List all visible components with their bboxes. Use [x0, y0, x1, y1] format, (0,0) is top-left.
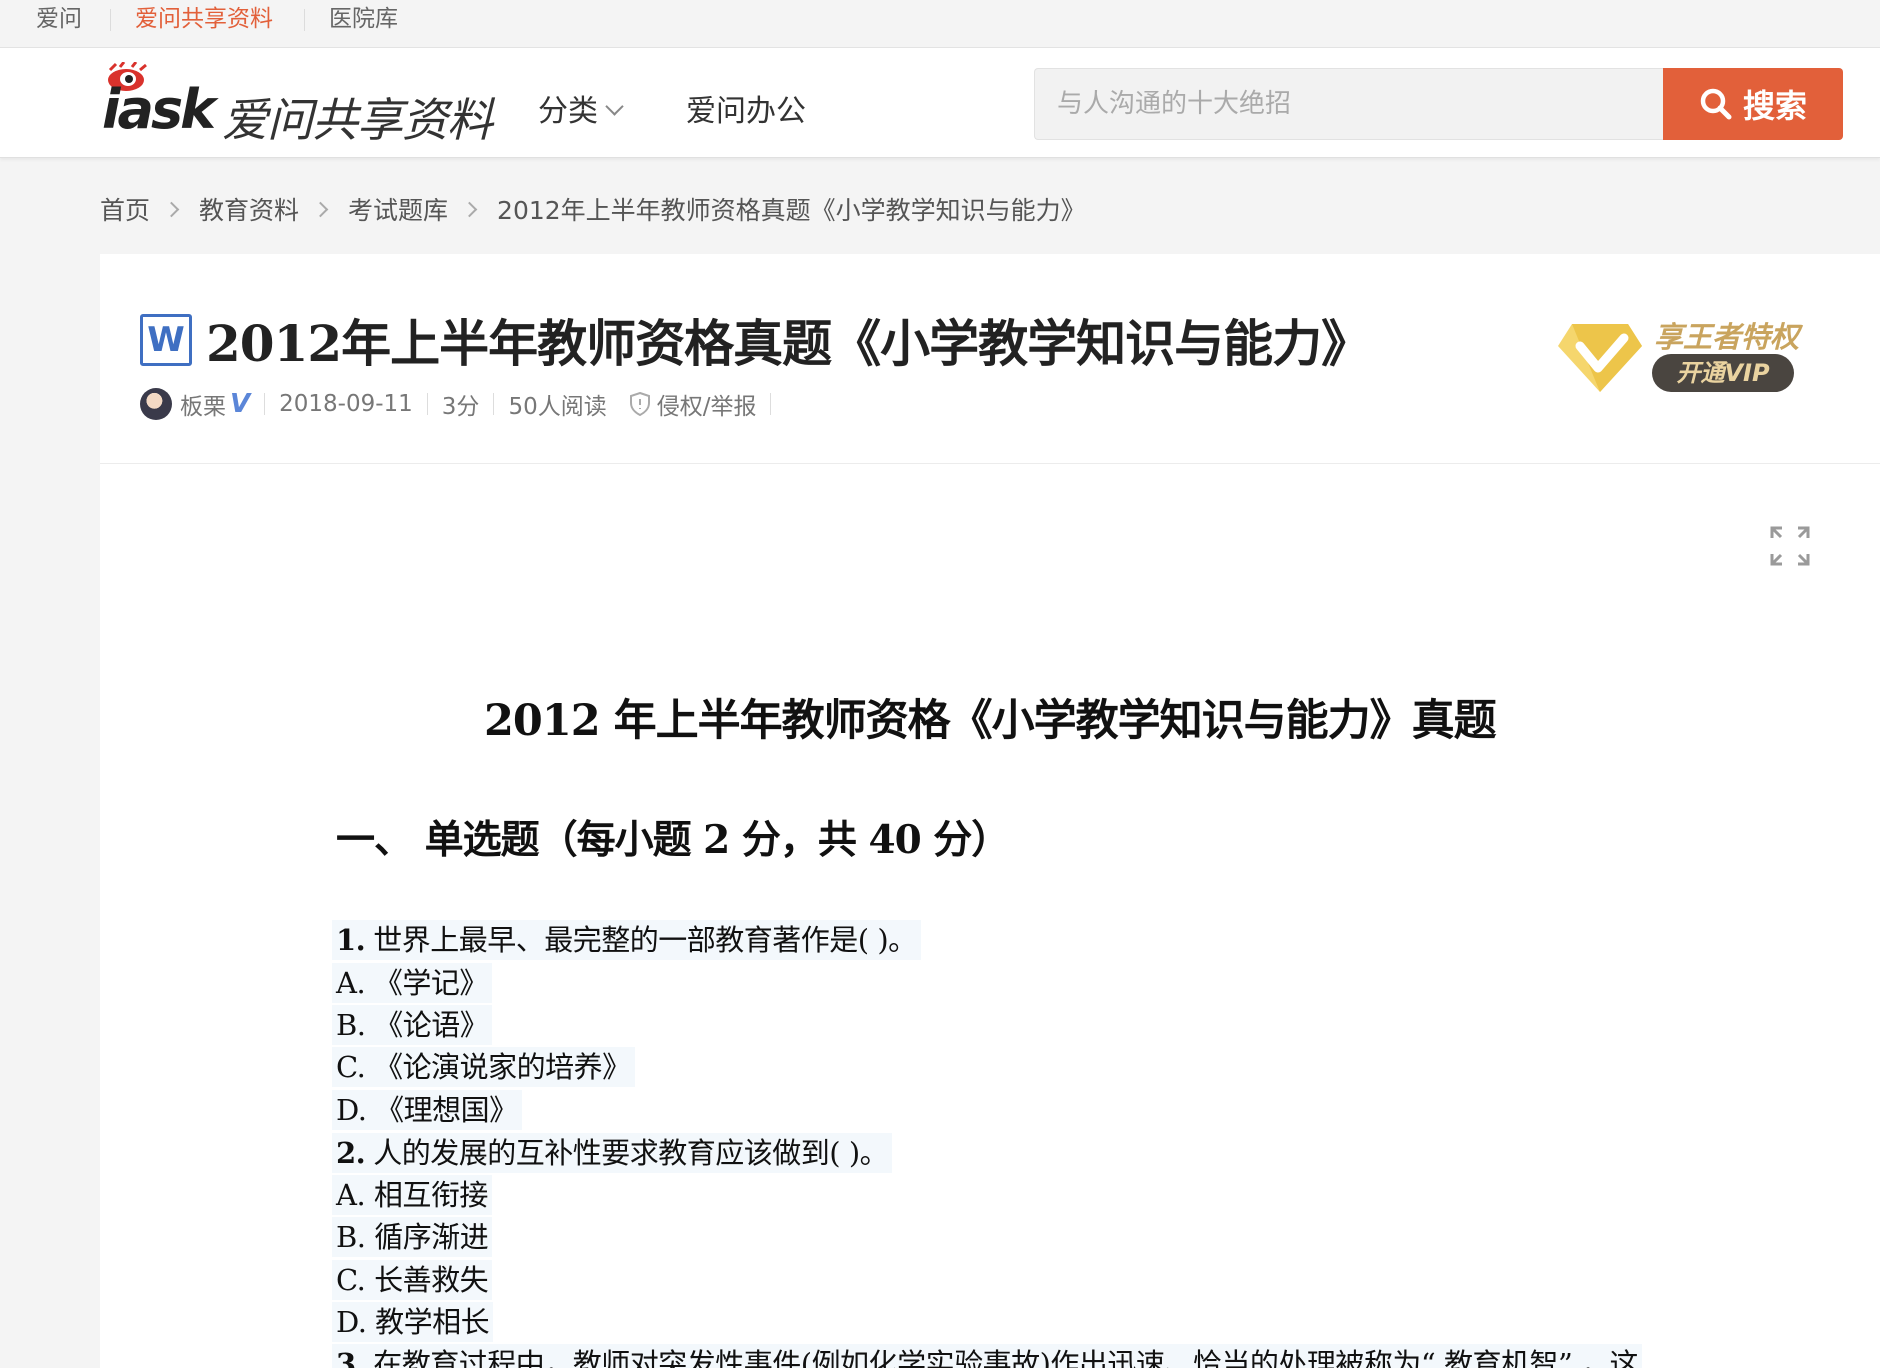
question-number: 2. [336, 1136, 366, 1170]
option-line: C. 《论演说家的培养》 [332, 1047, 635, 1087]
preview-heading: 2012 年上半年教师资格《小学教学知识与能力》真题 [484, 696, 1497, 746]
nav-office-link[interactable]: 爱问办公 [686, 86, 806, 130]
chevron-right-icon [163, 201, 180, 217]
breadcrumb-exam-bank[interactable]: 考试题库 [348, 191, 448, 227]
document-card: W 2012年上半年教师资格真题《小学教学知识与能力》 板栗 V 2018-09… [100, 254, 1880, 1368]
site-logo[interactable]: iask 爱问共享资料 [98, 58, 498, 148]
question-number: 3. [336, 1347, 366, 1368]
chevron-right-icon [312, 201, 329, 217]
option-line: A. 相互衔接 [332, 1175, 492, 1215]
chevron-down-icon [605, 97, 624, 116]
document-preview: 2012 年上半年教师资格《小学教学知识与能力》真题 一、 单选题（每小题 2 … [100, 254, 1880, 1368]
top-link-iask[interactable]: 爱问 [36, 0, 82, 48]
search-button[interactable]: 搜索 [1663, 68, 1843, 140]
question-line: 3. 在教育过程中，教师对突发性事件(例如化学实验事故)作出迅速、恰当的处理被称为… [332, 1344, 1642, 1368]
question-text: 在教育过程中，教师对突发性事件(例如化学实验事故)作出迅速、恰当的处理被称为“ … [373, 1347, 1638, 1368]
breadcrumb-home[interactable]: 首页 [100, 191, 150, 227]
question-line: 1. 世界上最早、最完整的一部教育著作是( )。 [332, 920, 921, 960]
search-icon [1700, 88, 1732, 120]
top-link-hospital[interactable]: 医院库 [329, 0, 398, 48]
breadcrumb: 首页 教育资料 考试题库 2012年上半年教师资格真题《小学教学知识与能力》 [100, 192, 1086, 226]
option-line: D. 《理想国》 [332, 1090, 522, 1130]
top-link-divider [110, 9, 111, 31]
option-line: C. 长善救失 [332, 1260, 493, 1300]
top-link-bar: 爱问 爱问共享资料 医院库 [0, 0, 1880, 48]
breadcrumb-education[interactable]: 教育资料 [199, 191, 299, 227]
site-header: iask 爱问共享资料 分类 爱问办公 搜索 [0, 48, 1880, 158]
top-link-divider [304, 9, 305, 31]
nav-office-label: 爱问办公 [686, 94, 806, 129]
top-link-shared-docs[interactable]: 爱问共享资料 [135, 0, 273, 48]
chevron-right-icon [461, 201, 478, 217]
logo-iask-text: iask [102, 78, 216, 141]
question-line: 2. 人的发展的互补性要求教育应该做到( )。 [332, 1133, 893, 1173]
option-line: D. 教学相长 [332, 1302, 494, 1342]
logo-brand-text: 爱问共享资料 [222, 93, 493, 147]
nav-category-label: 分类 [538, 94, 598, 129]
option-line: B. 循序渐进 [332, 1217, 493, 1257]
option-line: B. 《论语》 [332, 1005, 493, 1045]
question-text: 世界上最早、最完整的一部教育著作是( )。 [373, 923, 917, 957]
preview-section-heading: 一、 单选题（每小题 2 分，共 40 分） [336, 817, 1010, 863]
question-number: 1. [336, 923, 366, 957]
option-line: A. 《学记》 [332, 963, 492, 1003]
search-input[interactable] [1034, 68, 1664, 140]
breadcrumb-current: 2012年上半年教师资格真题《小学教学知识与能力》 [497, 196, 1086, 225]
question-text: 人的发展的互补性要求教育应该做到( )。 [373, 1136, 889, 1170]
search-button-label: 搜索 [1742, 87, 1807, 125]
nav-category-dropdown[interactable]: 分类 [538, 86, 624, 130]
